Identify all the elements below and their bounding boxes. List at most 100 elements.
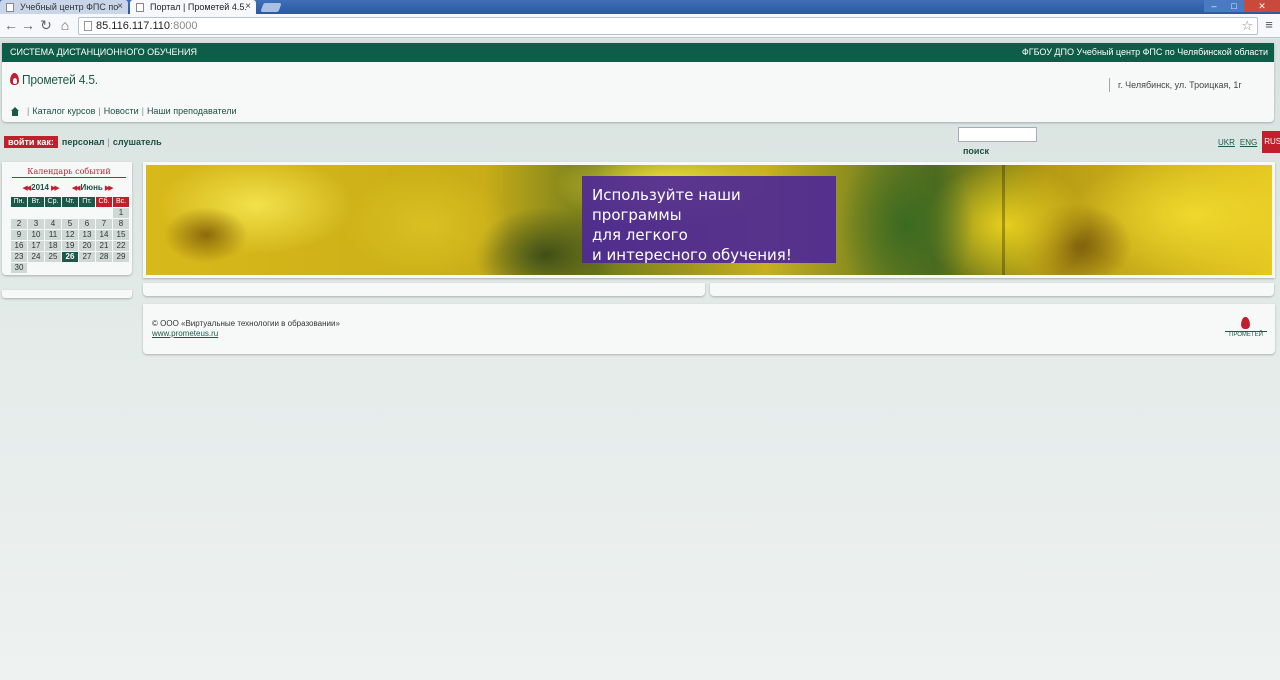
site-footer: © ООО «Виртуальные технологии в образова… [143,304,1275,354]
nav-separator: | [141,106,144,116]
calendar-day[interactable]: 6 [79,219,95,229]
calendar-day[interactable]: 11 [45,230,61,240]
page: СИСТЕМА ДИСТАНЦИОННОГО ОБУЧЕНИЯ ФГБОУ ДП… [0,39,1280,680]
prev-year-icon[interactable]: ◀◀ [22,184,31,192]
calendar-day[interactable]: 24 [28,252,44,262]
banner-line: и интересного обучения! [592,246,792,264]
site-logo[interactable]: Прометей 4.5. [9,71,105,87]
calendar-year: 2014 [31,183,49,192]
calendar-weekday: Вт. [28,197,44,207]
home-icon[interactable]: ⌂ [57,17,73,33]
calendar-nav: ◀◀ 2014 ▶▶ ◀◀ Июнь ▶▶ [2,182,132,193]
back-icon[interactable]: ← [3,17,19,33]
forward-icon[interactable]: → [20,17,36,33]
calendar-day[interactable]: 30 [11,263,27,273]
calendar-day[interactable]: 22 [113,241,129,251]
nav-link-catalog[interactable]: Каталог курсов [32,106,95,116]
window-controls: – □ ✕ [1204,0,1280,12]
calendar-day[interactable]: 1 [113,208,129,218]
calendar-day[interactable]: 28 [96,252,112,262]
prev-month-icon[interactable]: ◀◀ [72,184,81,192]
login-staff-link[interactable]: персонал [62,137,105,147]
calendar-day[interactable]: 4 [45,219,61,229]
calendar-day[interactable]: 29 [113,252,129,262]
calendar-day[interactable]: 27 [79,252,95,262]
header-topbar: СИСТЕМА ДИСТАНЦИОННОГО ОБУЧЕНИЯ ФГБОУ ДП… [2,43,1274,62]
calendar-day[interactable]: 16 [11,241,27,251]
calendar-empty-cell [113,263,129,273]
calendar-day[interactable]: 13 [79,230,95,240]
address-bar[interactable]: 85.116.117.110:8000 ☆ [78,17,1258,35]
calendar-empty-cell [96,208,112,218]
calendar-day[interactable]: 3 [28,219,44,229]
star-icon[interactable]: ☆ [1241,18,1253,34]
tab-title: Учебный центр ФПС по [20,2,119,12]
main-nav: | Каталог курсов | Новости | Наши препод… [10,105,237,117]
next-year-icon[interactable]: ▶▶ [51,184,60,192]
website-link[interactable]: www.prometeus.ru [152,329,218,338]
flame-icon [1241,317,1250,329]
calendar-month: Июнь [80,183,103,192]
footer-logo[interactable]: ПРОМЕТЕЙ [1225,317,1267,339]
calendar-day[interactable]: 8 [113,219,129,229]
calendar-day[interactable]: 21 [96,241,112,251]
calendar-empty-cell [96,263,112,273]
calendar-day[interactable]: 20 [79,241,95,251]
hamburger-icon[interactable]: ≡ [1262,18,1276,32]
browser-tab-2[interactable]: Портал | Прометей 4.5. × [130,0,256,14]
new-tab-button[interactable] [260,3,282,12]
calendar-weekday: Пт. [79,197,95,207]
login-bar: войти как: персонал | слушатель [4,136,162,148]
page-icon [136,3,144,12]
calendar-day[interactable]: 12 [62,230,78,240]
browser-tab-1[interactable]: Учебный центр ФПС по × [0,0,128,14]
page-icon [6,3,14,12]
content-panel-left [143,283,705,296]
calendar-title: Календарь событий [12,167,126,178]
calendar-empty-cell [28,263,44,273]
calendar-empty-cell [62,263,78,273]
next-month-icon[interactable]: ▶▶ [105,184,114,192]
search-button[interactable]: поиск [963,146,989,156]
calendar-day[interactable]: 23 [11,252,27,262]
banner-divider [1002,165,1005,275]
browser-toolbar: ← → ↻ ⌂ 85.116.117.110:8000 ☆ ≡ [0,14,1280,38]
lang-rus[interactable]: RUS [1262,131,1280,153]
nav-link-teachers[interactable]: Наши преподаватели [147,106,237,116]
calendar-empty-cell [45,263,61,273]
nav-link-news[interactable]: Новости [104,106,139,116]
calendar-day[interactable]: 15 [113,230,129,240]
calendar-day[interactable]: 2 [11,219,27,229]
calendar-day-today[interactable]: 26 [62,252,78,262]
lang-eng[interactable]: ENG [1240,138,1257,147]
banner-line: Используйте наши программы [592,186,741,224]
calendar-day[interactable]: 14 [96,230,112,240]
calendar-day[interactable]: 10 [28,230,44,240]
home-icon[interactable] [10,106,20,116]
calendar-day[interactable]: 25 [45,252,61,262]
calendar-day[interactable]: 9 [11,230,27,240]
maximize-icon[interactable]: □ [1224,0,1244,12]
calendar-day[interactable]: 5 [62,219,78,229]
banner-caption: Используйте наши программы для легкого и… [582,176,836,264]
lang-ukr[interactable]: UKR [1218,138,1235,147]
calendar-grid: Пн. Вт. Ср. Чт. Пт. Сб. Вс. 1 2 3 4 5 6 7 8 9 10 11 12 13 14… [11,197,129,273]
reload-icon[interactable]: ↻ [38,17,54,33]
calendar-day[interactable]: 7 [96,219,112,229]
calendar-day[interactable]: 17 [28,241,44,251]
copyright-text: © ООО «Виртуальные технологии в образова… [152,319,340,328]
search-input[interactable] [958,127,1037,142]
nav-separator: | [98,106,101,116]
page-icon [84,21,92,31]
close-icon[interactable]: × [117,0,123,14]
url-text: 85.116.117.110:8000 [96,20,198,32]
close-icon[interactable]: × [245,0,251,14]
content-panel-right [710,283,1274,296]
close-window-icon[interactable]: ✕ [1244,0,1280,12]
login-separator: | [107,137,110,147]
login-student-link[interactable]: слушатель [113,137,162,147]
calendar-day[interactable]: 19 [62,241,78,251]
calendar-day[interactable]: 18 [45,241,61,251]
minimize-icon[interactable]: – [1204,0,1224,12]
flame-icon [9,72,19,86]
